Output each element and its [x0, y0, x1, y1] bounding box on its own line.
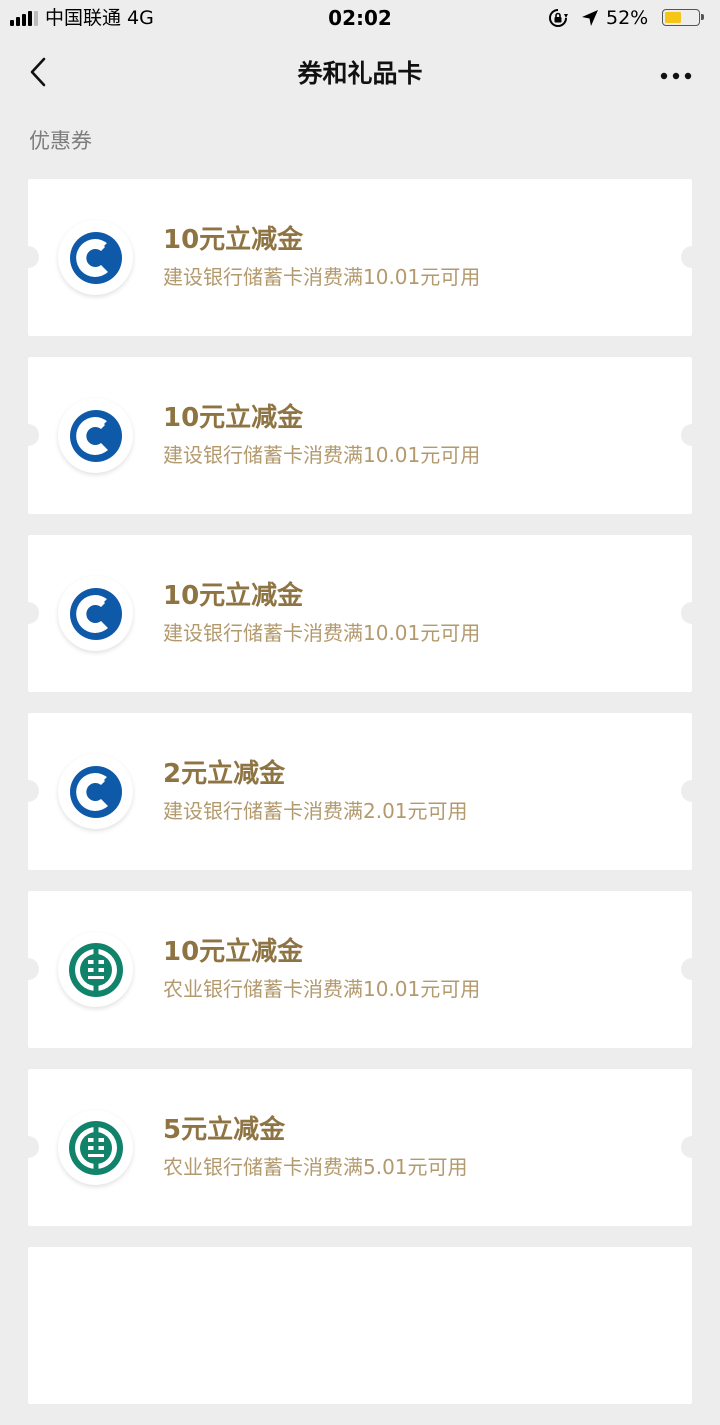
coupon-card[interactable]: 10元立减金 农业银行储蓄卡消费满10.01元可用 — [17, 891, 703, 1048]
abc-bank-logo-icon — [58, 932, 133, 1007]
page-title: 券和礼品卡 — [297, 59, 423, 88]
ccb-bank-logo-icon — [58, 398, 133, 473]
coupon-list: 10元立减金 建设银行储蓄卡消费满10.01元可用 10元立减金 建设银行储蓄卡… — [17, 179, 703, 1425]
ccb-bank-logo-icon — [58, 576, 133, 651]
coupon-title: 10元立减金 — [163, 937, 304, 967]
battery-fill — [665, 12, 681, 23]
coupon-title: 5元立减金 — [163, 1115, 286, 1145]
nav-bar: 券和礼品卡 — [0, 40, 720, 108]
more-button[interactable] — [654, 58, 698, 90]
battery-percent: 52% — [606, 7, 649, 29]
ccb-bank-logo-icon — [58, 220, 133, 295]
battery-icon — [662, 9, 704, 26]
abc-bank-logo-icon — [58, 1110, 133, 1185]
coupon-description: 农业银行储蓄卡消费满5.01元可用 — [163, 1155, 468, 1179]
coupon-card[interactable]: 10元立减金 建设银行储蓄卡消费满10.01元可用 — [17, 179, 703, 336]
ccb-bank-logo-icon — [58, 754, 133, 829]
coupon-description: 建设银行储蓄卡消费满10.01元可用 — [163, 443, 481, 467]
status-bar: 中国联通 4G 02:02 52% — [0, 0, 720, 38]
orientation-lock-icon — [548, 8, 568, 32]
more-dots-icon — [660, 65, 692, 84]
location-arrow-icon — [580, 8, 600, 32]
coupon-title: 10元立减金 — [163, 403, 304, 433]
coupon-description: 建设银行储蓄卡消费满10.01元可用 — [163, 265, 481, 289]
coupon-description: 农业银行储蓄卡消费满10.01元可用 — [163, 977, 481, 1001]
coupon-title: 10元立减金 — [163, 581, 304, 611]
coupon-card[interactable]: 2元立减金 建设银行储蓄卡消费满2.01元可用 — [17, 713, 703, 870]
coupon-card[interactable]: 10元立减金 建设银行储蓄卡消费满10.01元可用 — [17, 535, 703, 692]
coupon-title: 10元立减金 — [163, 225, 304, 255]
coupon-description: 建设银行储蓄卡消费满10.01元可用 — [163, 621, 481, 645]
coupon-card[interactable]: 10元立减金 建设银行储蓄卡消费满10.01元可用 — [17, 357, 703, 514]
coupon-description: 建设银行储蓄卡消费满2.01元可用 — [163, 799, 468, 823]
coupon-card[interactable]: 5元立减金 农业银行储蓄卡消费满5.01元可用 — [17, 1069, 703, 1226]
section-header-coupons: 优惠券 — [29, 129, 92, 153]
coupon-card-partial[interactable] — [28, 1247, 692, 1404]
coupon-title: 2元立减金 — [163, 759, 286, 789]
